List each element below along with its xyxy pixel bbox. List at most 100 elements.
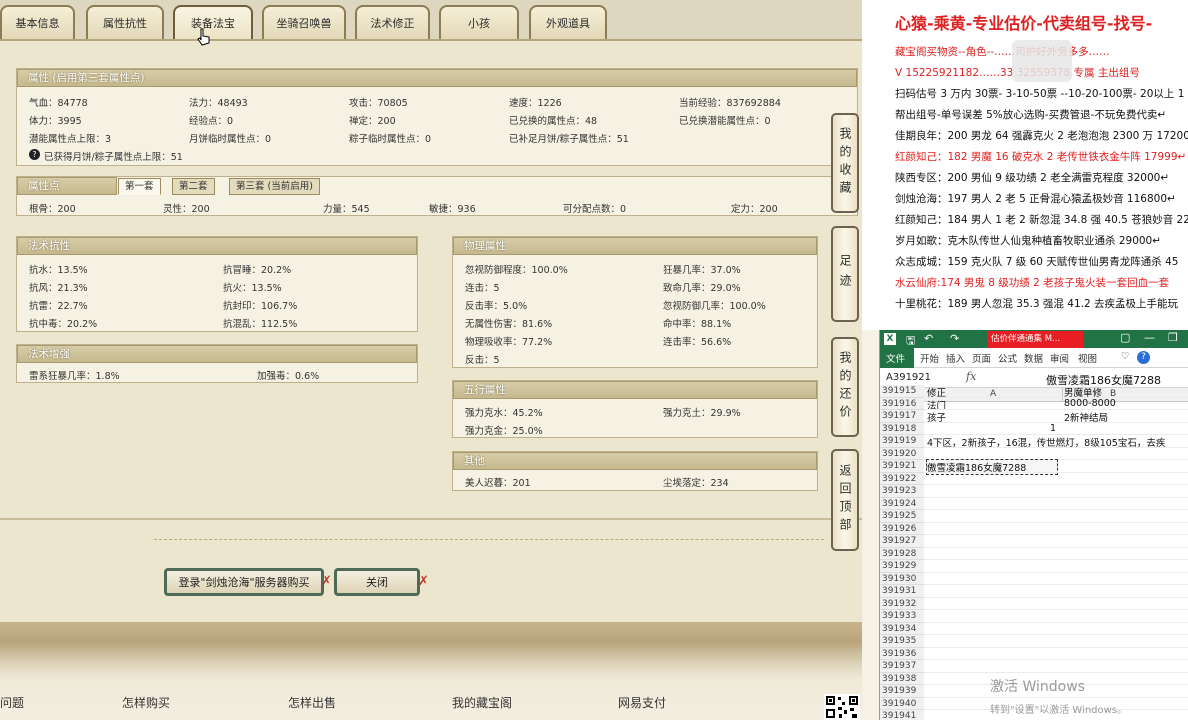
row-number[interactable]: 391922 <box>880 472 924 485</box>
doc-line-8: 剑烛沧海：197 男人 2 老 5 正骨混心猿孟极妙音 116800↵ <box>895 193 1176 205</box>
cell-b[interactable]: 8000-8000 <box>1064 398 1116 409</box>
ribbon-home[interactable]: 开始 <box>920 351 939 365</box>
close-button[interactable]: 关闭 <box>334 568 420 596</box>
footer-link-netease-pay[interactable]: 网易支付 <box>618 694 666 711</box>
cell-a[interactable]: 1 <box>1050 423 1056 434</box>
row-number[interactable]: 391931 <box>880 585 924 598</box>
resist-poison: 抗中毒：20.2% <box>29 319 98 330</box>
footer-link-my-cbg[interactable]: 我的藏宝阁 <box>452 694 512 711</box>
row-number[interactable]: 391920 <box>880 447 924 460</box>
excel-window: X 🖫 ↶ ↷ 估价伴通通集 M... ▢ — ❐ 文件 开始 插入 页面 公式… <box>879 330 1188 720</box>
row-number[interactable]: 391917 <box>880 410 924 423</box>
point-focus: 定力：200 <box>731 204 778 215</box>
boost-panel: 法术增强 雷系狂暴几率：1.8% 加强毒：0.6% <box>16 344 418 383</box>
phys-crit: 致命几率：29.0% <box>663 283 741 294</box>
row-number[interactable]: 391918 <box>880 422 924 435</box>
grid-line <box>924 596 1188 598</box>
tab-attr-resist[interactable]: 属性抗性 <box>86 5 164 39</box>
grid-line <box>924 471 1188 473</box>
row-number[interactable]: 391930 <box>880 572 924 585</box>
attr-redeemed: 已兑换的属性点：48 <box>509 116 598 127</box>
tab-mount-summon[interactable]: 坐骑召唤兽 <box>262 5 346 39</box>
row-number[interactable]: 391937 <box>880 660 924 673</box>
grid-line <box>924 634 1188 635</box>
subtab-set-3[interactable]: 第三套 (当前启用) <box>229 178 320 195</box>
excel-window-title: 估价伴通通集 M... <box>987 331 1083 348</box>
side-back-to-top[interactable]: 返回顶部 <box>831 449 859 551</box>
minimize-icon[interactable]: — <box>1144 331 1155 344</box>
doc-title: 心猿-乘黄-专业估价-代卖组号-找号- <box>895 14 1153 33</box>
row-number[interactable]: 391929 <box>880 560 924 573</box>
undo-icon[interactable]: ↶ <box>924 332 933 345</box>
ribbon-file[interactable]: 文件 <box>886 351 905 365</box>
attr-hp: 气血：84778 <box>29 98 88 109</box>
grid-line <box>924 396 1188 398</box>
row-number[interactable]: 391934 <box>880 622 924 635</box>
side-my-bargains[interactable]: 我的还价 <box>831 337 859 437</box>
name-box[interactable]: A391921 <box>886 372 931 383</box>
tab-divider <box>0 39 862 41</box>
ribbon-data[interactable]: 数据 <box>1024 351 1043 365</box>
row-number[interactable]: 391924 <box>880 497 924 510</box>
row-number[interactable]: 391935 <box>880 635 924 648</box>
footer-link-how-buy[interactable]: 怎样购买 <box>122 694 170 711</box>
row-number[interactable]: 391923 <box>880 485 924 498</box>
tab-spell-fix[interactable]: 法术修正 <box>355 5 430 39</box>
buy-on-server-button[interactable]: 登录"剑烛沧海"服务器购买 <box>164 568 324 596</box>
phys-header: 物理属性 <box>453 237 817 255</box>
doc-line-1: 藏宝阁买物资--角色--……司护好外务多多…… <box>895 46 1110 58</box>
tab-appearance[interactable]: 外观道具 <box>529 5 607 39</box>
row-number[interactable]: 391916 <box>880 397 924 410</box>
lightbulb-icon[interactable]: ♡ <box>1121 351 1130 362</box>
row-number[interactable]: 391926 <box>880 522 924 535</box>
ribbon-display-icon[interactable]: ▢ <box>1120 331 1130 344</box>
row-number[interactable]: 391919 <box>880 435 924 448</box>
footer-link-how-sell[interactable]: 怎样出售 <box>288 694 336 711</box>
grid-line <box>924 546 1188 548</box>
fx-icon[interactable]: fx <box>966 370 976 383</box>
subtab-set-1[interactable]: 第一套 <box>118 178 161 195</box>
ribbon-formula[interactable]: 公式 <box>998 351 1017 365</box>
row-number[interactable]: 391938 <box>880 672 924 685</box>
row-number[interactable]: 391928 <box>880 547 924 560</box>
attr-speed: 速度：1226 <box>509 98 562 109</box>
row-number[interactable]: 391940 <box>880 697 924 710</box>
doc-line-5: 佳期良年：200 男龙 64 强霹克火 2 老泡泡泡 2300 万 17200 <box>895 130 1188 142</box>
side-footprints[interactable]: 足迹 <box>831 226 859 322</box>
row-number[interactable]: 391925 <box>880 510 924 523</box>
help-circle-icon[interactable]: ? <box>1137 351 1150 364</box>
footer-link-help[interactable]: 问题 <box>0 694 24 711</box>
phys-combo-rate: 连击率：56.6% <box>663 337 732 348</box>
ribbon-review[interactable]: 审阅 <box>1050 351 1069 365</box>
point-strength: 力量：545 <box>323 204 370 215</box>
tab-child[interactable]: 小孩 <box>439 5 519 39</box>
resist-panel: 法术抗性 抗水：13.5% 抗冒睡：20.2% 抗风：21.3% 抗火：13.5… <box>16 236 418 332</box>
row-number[interactable]: 391932 <box>880 597 924 610</box>
subtab-set-2[interactable]: 第二套 <box>172 178 215 195</box>
tab-basic-info[interactable]: 基本信息 <box>0 5 75 39</box>
row-number[interactable]: 391927 <box>880 535 924 548</box>
row-number[interactable]: 391936 <box>880 647 924 660</box>
ribbon-insert[interactable]: 插入 <box>946 351 965 365</box>
excel-ribbon: 文件 开始 插入 页面 公式 数据 审阅 视图 ♡ ? <box>880 348 1188 368</box>
row-number[interactable]: 391915 <box>880 385 924 398</box>
attr-note: 已获得月饼/粽子属性点上限：51 <box>44 152 183 163</box>
ribbon-page[interactable]: 页面 <box>972 351 991 365</box>
row-number[interactable]: 391921 <box>880 460 924 473</box>
ribbon-view[interactable]: 视图 <box>1078 351 1097 365</box>
excel-logo-icon: X <box>884 333 896 345</box>
five-panel: 五行属性 强力克水：45.2% 强力克土：29.9% 强力克金：25.0% <box>452 380 818 438</box>
attr-potential: 已兑换潜能属性点：0 <box>679 116 771 127</box>
doc-line-3: 扫码估号 3 万内 30票- 3-10-50票 --10-20-100票- 20… <box>895 88 1185 100</box>
phys-hit: 命中率：88.1% <box>663 319 732 330</box>
row-number[interactable]: 391941 <box>880 710 924 720</box>
help-icon[interactable]: ? <box>29 149 40 160</box>
five-metal: 强力克金：25.0% <box>465 426 543 437</box>
side-my-favorites[interactable]: 我的收藏 <box>831 113 859 213</box>
restore-icon[interactable]: ❐ <box>1168 331 1178 344</box>
row-number[interactable]: 391933 <box>880 610 924 623</box>
row-number[interactable]: 391939 <box>880 685 924 698</box>
redo-icon[interactable]: ↷ <box>950 332 959 345</box>
tab-equipment[interactable]: 装备法宝 <box>173 5 253 39</box>
boost-poison: 加强毒：0.6% <box>257 371 320 382</box>
